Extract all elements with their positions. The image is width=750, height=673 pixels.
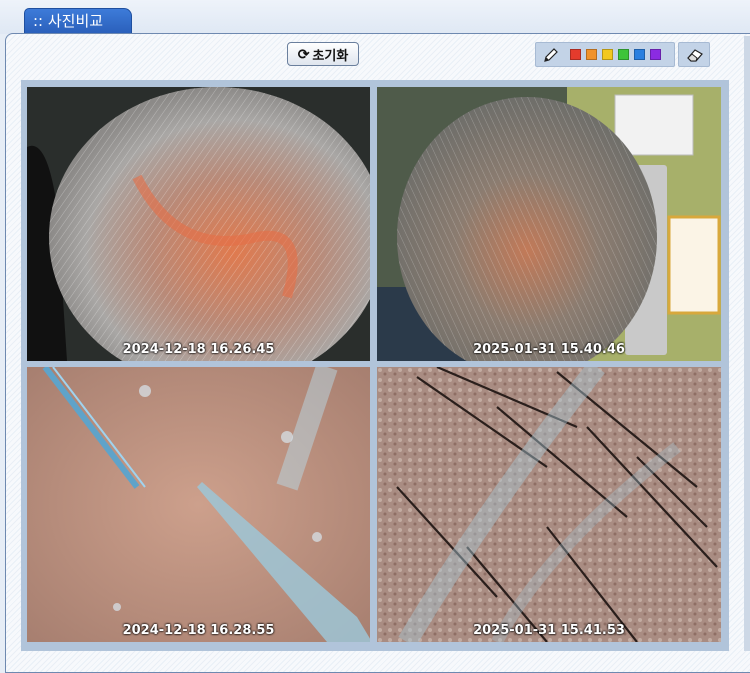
color-swatch-blue[interactable]	[634, 49, 645, 60]
color-swatch-green[interactable]	[618, 49, 629, 60]
photo-3[interactable]: 2024-12-18 16.28.55	[27, 367, 370, 642]
color-swatch-red[interactable]	[570, 49, 581, 60]
color-swatch-yellow[interactable]	[602, 49, 613, 60]
reset-label: 초기화	[312, 47, 349, 63]
pencil-icon[interactable]	[542, 46, 560, 64]
color-swatch-purple[interactable]	[650, 49, 661, 60]
vertical-scrollbar[interactable]	[744, 36, 750, 651]
photo-1-timestamp: 2024-12-18 16.26.45	[122, 342, 275, 357]
photo-2-timestamp: 2025-01-31 15.40.46	[473, 342, 625, 357]
photo-1[interactable]: 2024-12-18 16.26.45	[27, 87, 370, 361]
photo-4[interactable]: 2025-01-31 15.41.53	[377, 367, 721, 642]
color-swatch-orange[interactable]	[586, 49, 597, 60]
photo-3-timestamp: 2024-12-18 16.28.55	[122, 623, 275, 638]
eraser-icon	[687, 49, 703, 62]
tab-photo-compare[interactable]: :: 사진비교	[24, 8, 132, 34]
photo-2[interactable]: 2025-01-31 15.40.46	[377, 87, 721, 361]
drawing-toolbox	[535, 42, 675, 67]
refresh-icon: ⟳	[297, 46, 310, 62]
photo-4-timestamp: 2025-01-31 15.41.53	[473, 623, 625, 638]
reset-button[interactable]: ⟳ 초기화	[287, 42, 359, 66]
eraser-button[interactable]	[678, 42, 710, 67]
